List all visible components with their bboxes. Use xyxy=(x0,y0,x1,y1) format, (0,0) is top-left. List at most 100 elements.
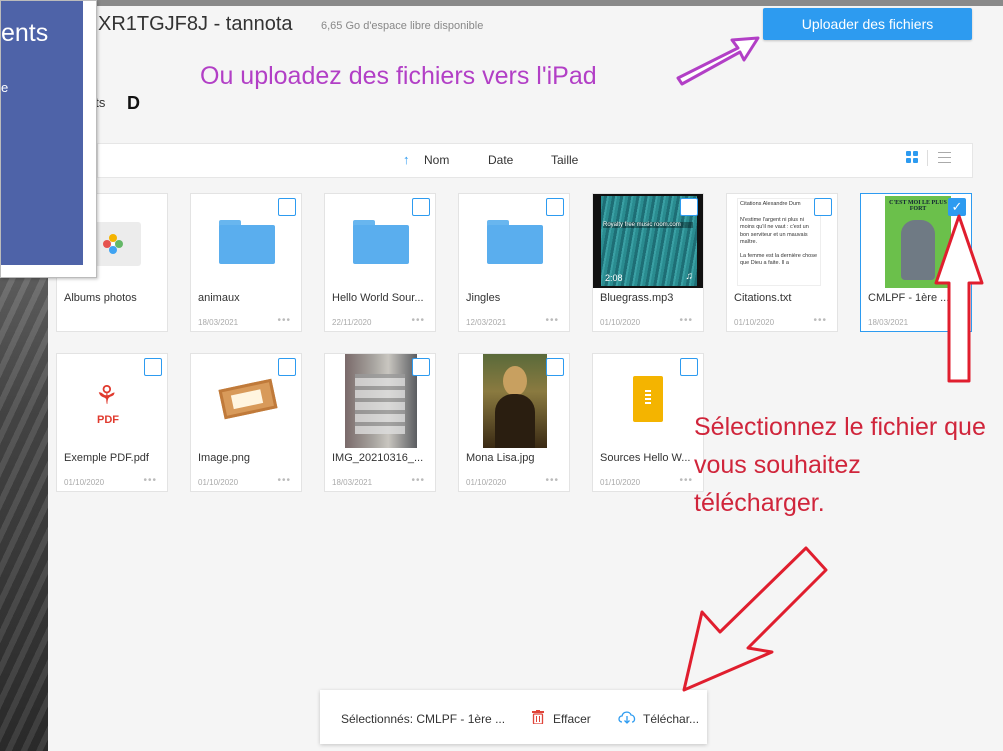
select-checkbox[interactable] xyxy=(412,358,430,376)
text-preview-line: N'estime l'argent ni plus ni moins qu'il… xyxy=(740,216,809,246)
sort-by-size[interactable]: Taille xyxy=(551,153,578,167)
pdf-icon: ⚘ xyxy=(95,380,119,410)
upload-annotation: Ou uploadez des fichiers vers l'iPad xyxy=(200,62,597,90)
more-options-icon[interactable]: ••• xyxy=(411,315,425,326)
file-card-animaux[interactable]: animaux 18/03/2021 ••• xyxy=(190,193,302,332)
pdf-badge: PDF xyxy=(97,414,119,426)
more-options-icon[interactable]: ••• xyxy=(277,475,291,486)
more-options-icon[interactable]: ••• xyxy=(411,475,425,486)
sort-by-date[interactable]: Date xyxy=(488,153,513,167)
select-annotation: Sélectionnez le fichier que vous souhait… xyxy=(694,413,986,517)
overlay-panel-title: ents xyxy=(1,19,49,47)
folder-icon xyxy=(487,220,543,264)
select-checkbox[interactable] xyxy=(680,198,698,216)
file-date: 18/03/2021 xyxy=(332,478,373,487)
folder-icon xyxy=(219,220,275,264)
file-card-sources-hello[interactable]: Sources Hello W... 01/10/2020 ••• xyxy=(592,353,704,492)
more-options-icon[interactable]: ••• xyxy=(679,315,693,326)
file-date: 01/10/2020 xyxy=(600,478,641,487)
delete-button[interactable]: Effacer xyxy=(553,712,591,726)
file-name: Jingles xyxy=(466,292,501,304)
file-name: IMG_20210316_... xyxy=(332,452,424,464)
picture-frame-image xyxy=(218,378,278,420)
sort-ascending-icon[interactable]: ↑ xyxy=(403,152,410,167)
file-card-img-20210316[interactable]: IMG_20210316_... 18/03/2021 ••• xyxy=(324,353,436,492)
zip-file-icon xyxy=(633,376,663,422)
file-name: Sources Hello W... xyxy=(600,452,691,464)
file-date: 18/03/2021 xyxy=(868,318,909,327)
book-cover-title: C'EST MOI LE PLUS FORT xyxy=(889,200,947,212)
file-date: 12/03/2021 xyxy=(466,318,507,327)
text-preview: Citations Alexandre Dum N'estime l'argen… xyxy=(737,198,821,286)
photo-image xyxy=(345,354,417,448)
file-card-exemple-pdf[interactable]: ⚘ PDF Exemple PDF.pdf 01/10/2020 ••• xyxy=(56,353,168,492)
file-date: 01/10/2020 xyxy=(600,318,641,327)
sort-bar xyxy=(97,143,973,178)
file-card-hello-world[interactable]: Hello World Sour... 22/11/2020 ••• xyxy=(324,193,436,332)
more-options-icon[interactable]: ••• xyxy=(545,315,559,326)
overlay-panel-content: ents e xyxy=(1,1,83,265)
more-options-icon[interactable]: ••• xyxy=(277,315,291,326)
file-name: Image.png xyxy=(198,452,250,464)
device-title: XR1TGJF8J - tannota xyxy=(98,13,293,35)
file-date: 22/11/2020 xyxy=(332,318,372,327)
file-name: Exemple PDF.pdf xyxy=(64,452,149,464)
select-checkbox[interactable] xyxy=(278,198,296,216)
file-date: 01/10/2020 xyxy=(64,478,105,487)
book-cover-image: C'EST MOI LE PLUS FORT xyxy=(885,196,951,288)
selected-file-label: Sélectionnés: CMLPF - 1ère ... xyxy=(341,712,506,726)
select-checkbox[interactable] xyxy=(680,358,698,376)
music-note-icon: ♫ xyxy=(685,271,694,282)
sort-by-name[interactable]: Nom xyxy=(424,153,449,167)
app-logo: D xyxy=(127,93,140,113)
file-name: Mona Lisa.jpg xyxy=(466,452,535,464)
file-card-image-png[interactable]: Image.png 01/10/2020 ••• xyxy=(190,353,302,492)
select-checkbox[interactable] xyxy=(546,358,564,376)
free-space-label: 6,65 Go d'espace libre disponible xyxy=(321,20,484,32)
audio-duration: 2:08 xyxy=(605,273,623,283)
upload-files-button[interactable]: Uploader des fichiers xyxy=(763,8,972,40)
more-options-icon[interactable]: ••• xyxy=(813,315,827,326)
file-card-cmlpf[interactable]: C'EST MOI LE PLUS FORT ✓ CMLPF - 1ère ..… xyxy=(860,193,972,332)
overlay-panel: ents e xyxy=(0,0,97,278)
text-preview-line: La femme est la dernière chose que Dieu … xyxy=(740,252,818,267)
file-date: 01/10/2020 xyxy=(466,478,507,487)
painting-image xyxy=(483,354,547,448)
file-date: 01/10/2020 xyxy=(198,478,239,487)
selection-bar: Sélectionnés: CMLPF - 1ère ... Effacer T… xyxy=(320,690,707,744)
text-preview-title: Citations Alexandre Dum xyxy=(740,201,801,207)
file-name: Albums photos xyxy=(64,292,137,304)
list-view-icon[interactable] xyxy=(938,152,951,163)
file-card-jingles[interactable]: Jingles 12/03/2021 ••• xyxy=(458,193,570,332)
file-card-bluegrass[interactable]: Royalty free music room.com 2:08 ♫ Blueg… xyxy=(592,193,704,332)
cloud-download-icon[interactable] xyxy=(617,710,637,724)
select-checkbox-checked[interactable]: ✓ xyxy=(948,198,966,216)
more-options-icon[interactable]: ••• xyxy=(545,475,559,486)
trash-icon[interactable] xyxy=(532,710,544,724)
file-date: 18/03/2021 xyxy=(198,318,239,327)
wolf-illustration xyxy=(901,220,935,280)
overlay-panel-subtitle: e xyxy=(1,80,9,95)
grid-view-icon[interactable] xyxy=(906,151,918,163)
download-button[interactable]: Téléchar... xyxy=(643,712,699,726)
album-art-caption: Royalty free music room.com xyxy=(603,222,693,228)
file-name: Citations.txt xyxy=(734,292,792,304)
more-options-icon[interactable]: ••• xyxy=(143,475,157,486)
file-card-mona-lisa[interactable]: Mona Lisa.jpg 01/10/2020 ••• xyxy=(458,353,570,492)
file-name: animaux xyxy=(198,292,240,304)
file-name: Hello World Sour... xyxy=(332,292,424,304)
select-checkbox[interactable] xyxy=(412,198,430,216)
file-name: CMLPF - 1ère ... xyxy=(868,292,950,304)
file-date: 01/10/2020 xyxy=(734,318,775,327)
file-card-citations[interactable]: Citations Alexandre Dum N'estime l'argen… xyxy=(726,193,838,332)
view-separator xyxy=(927,150,928,166)
file-name: Bluegrass.mp3 xyxy=(600,292,674,304)
select-checkbox[interactable] xyxy=(546,198,564,216)
select-checkbox[interactable] xyxy=(144,358,162,376)
file-manager: XR1TGJF8J - tannota 6,65 Go d'espace lib… xyxy=(48,6,1003,751)
folder-icon xyxy=(353,220,409,264)
select-checkbox[interactable] xyxy=(814,198,832,216)
more-options-icon[interactable]: ••• xyxy=(679,475,693,486)
more-options-icon[interactable]: ••• xyxy=(947,315,961,326)
select-checkbox[interactable] xyxy=(278,358,296,376)
